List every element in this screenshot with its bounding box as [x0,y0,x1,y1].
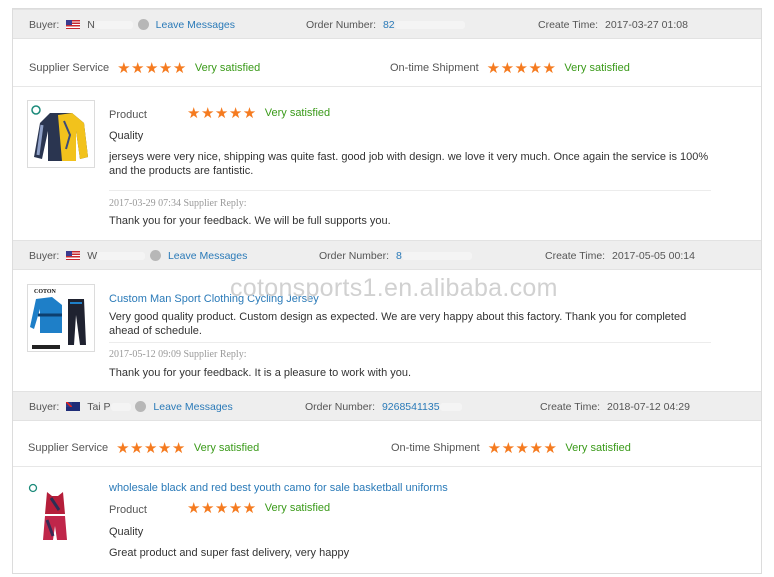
us-flag-icon [66,20,81,29]
star-icon: ★★★★★ [487,440,558,457]
service-ratings-row: Supplier Service ★★★★★ Very satisfied On-t… [13,45,761,87]
redacted-name [94,21,133,29]
message-icon[interactable] [150,250,162,261]
product-stars: ★★★★★ Very satisfied [187,106,330,121]
order-number: Order Number: 8 [319,250,472,262]
redacted-order [401,252,472,260]
create-time: Create Time: 2017-03-27 01:08 [538,19,688,31]
supplier-service-text: Very satisfied [193,442,260,454]
leave-messages-link[interactable]: Leave Messages [156,19,235,31]
buyer-info: Buyer: N Leave Messages [29,19,235,31]
shipment-text: Very satisfied [565,442,631,454]
order-number-link[interactable]: 82 [383,19,395,31]
product-review: Product ★★★★★ Very satisfied Quality jers… [13,95,761,243]
product-thumbnail[interactable]: COTON [27,284,95,352]
buyer-label: Buyer: [29,250,60,262]
redacted-name [97,252,146,260]
quality-label: Quality [109,130,144,142]
order-number-link[interactable]: 8 [396,250,402,262]
create-time: Create Time: 2017-05-05 00:14 [545,250,695,262]
product-review: wholesale black and red best youth camo … [13,471,761,573]
cycling-jersey-image: COTON [30,289,86,349]
order-number-link[interactable]: 9268541135 [382,401,440,413]
buyer-name: Tai P [87,401,111,413]
supplier-service-text: Very satisfied [194,62,261,74]
star-icon: ★★★★★ [187,105,257,122]
product-title-link[interactable]: Custom Man Sport Clothing Cycling Jersey [109,292,319,306]
supplier-service-label: Supplier Service [28,442,109,454]
review-comment: Great product and super fast delivery, v… [109,547,350,559]
product-label: Product [109,109,147,121]
product-rating: Product [109,108,147,122]
au-flag-icon [66,402,81,411]
buyer-info: Buyer: Tai P Leave Messages [29,401,233,413]
jersey-image [31,105,88,161]
product-thumbnail[interactable] [27,100,95,168]
order-label: Order Number: [306,19,377,31]
thumb-brand: COTON [34,289,57,295]
review-comment: Very good quality product. Custom design… [109,311,687,337]
star-icon: ★★★★★ [486,60,557,77]
quality-label: Quality [109,526,144,538]
reviews-panel: Buyer: N Leave Messages Order Number: 82… [12,8,762,574]
redacted-order [439,403,462,411]
leave-messages-link[interactable]: Leave Messages [168,250,247,262]
star-icon: ★★★★★ [116,440,186,457]
buyer-name: N [87,19,95,31]
redacted-order [394,21,465,29]
shipment-text: Very satisfied [564,62,630,74]
basketball-uniform-image [28,483,67,540]
shipment-rating: On-time Shipment ★★★★★ Very satisfied [390,59,630,77]
leave-messages-link[interactable]: Leave Messages [153,401,232,413]
create-time-value: 2017-03-27 01:08 [605,19,688,31]
create-time-label: Create Time: [540,401,601,413]
divider [109,342,711,343]
supplier-reply-meta: 2017-03-29 07:34 Supplier Reply: [109,198,247,209]
buyer-name: W [87,250,98,262]
message-icon[interactable] [137,19,149,30]
supplier-service-rating: Supplier Service ★★★★★ Very satisfied [28,439,259,457]
order-label: Order Number: [305,401,376,413]
buyer-info: Buyer: W Leave Messages [29,250,247,262]
buyer-label: Buyer: [29,401,60,413]
product-satisfaction: Very satisfied [264,107,331,119]
order-header-bar: Buyer: Tai P Leave Messages Order Number… [13,391,761,421]
star-icon: ★★★★★ [187,500,257,517]
supplier-reply: Thank you for your feedback. We will be … [109,215,391,227]
order-label: Order Number: [319,250,390,262]
us-flag-icon [66,251,81,260]
divider [109,190,711,191]
redacted-name [110,403,131,411]
product-rating: Product [109,503,147,517]
product-thumbnail[interactable] [25,480,83,548]
create-time-value: 2017-05-05 00:14 [612,250,695,262]
service-ratings-row: Supplier Service ★★★★★ Very satisfied On-t… [13,425,761,467]
product-review: COTON Custom Man Sport Clothing Cycling … [13,275,761,387]
create-time-value: 2018-07-12 04:29 [607,401,690,413]
create-time: Create Time: 2018-07-12 04:29 [540,401,690,413]
star-icon: ★★★★★ [117,60,187,77]
supplier-service-label: Supplier Service [29,62,110,74]
product-title-link[interactable]: wholesale black and red best youth camo … [109,481,448,495]
review-comment: jerseys were very nice, shipping was qui… [109,151,709,177]
shipment-label: On-time Shipment [390,62,479,74]
order-number: Order Number: 82 [306,19,465,31]
product-satisfaction: Very satisfied [264,502,331,514]
shipment-label: On-time Shipment [391,442,480,454]
buyer-label: Buyer: [29,19,60,31]
product-stars: ★★★★★ Very satisfied [187,501,330,516]
order-number: Order Number: 9268541135 [305,401,462,413]
product-label: Product [109,504,147,516]
shipment-rating: On-time Shipment ★★★★★ Very satisfied [391,439,631,457]
create-time-label: Create Time: [538,19,599,31]
supplier-reply: Thank you for your feedback. It is a ple… [109,367,412,379]
order-header-bar: Buyer: N Leave Messages Order Number: 82… [13,9,761,39]
message-icon[interactable] [135,401,147,412]
order-header-bar: Buyer: W Leave Messages Order Number: 8 … [13,240,761,270]
supplier-service-rating: Supplier Service ★★★★★ Very satisfied [29,59,260,77]
create-time-label: Create Time: [545,250,606,262]
supplier-reply-meta: 2017-05-12 09:09 Supplier Reply: [109,349,247,360]
